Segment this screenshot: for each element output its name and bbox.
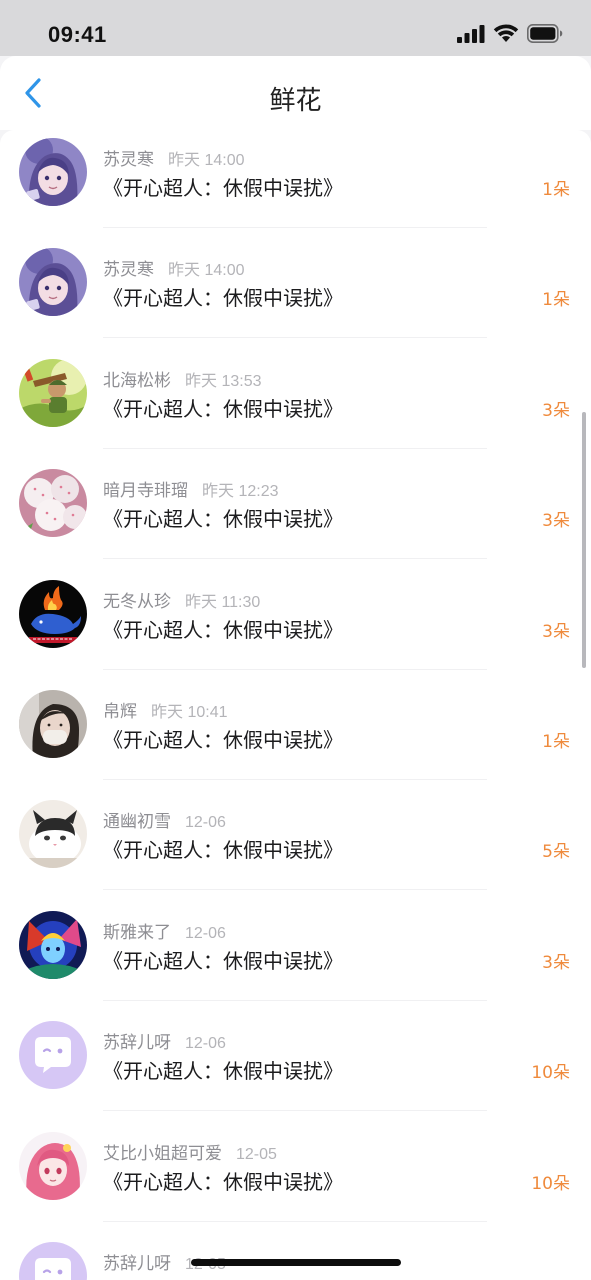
gift-time: 12-06 [185,814,226,832]
sender-name[interactable]: 帛辉 [103,702,137,722]
work-title: 《开心超人：休假中误扰》 [103,728,343,752]
flower-count: 10朵 [531,1173,570,1194]
battery-icon [527,24,563,47]
gift-time: 昨天 14:00 [168,152,245,169]
flower-count: 3朵 [542,621,570,642]
sender-name[interactable]: 北海松彬 [103,371,171,391]
list-item[interactable]: 苏灵寒 昨天 14:00 《开心超人：休假中误扰》 1朵 [0,240,591,350]
work-title: 《开心超人：休假中误扰》 [103,396,343,421]
gift-time: 昨天 12:23 [202,483,279,501]
flower-count: 10朵 [531,1063,570,1084]
avatar[interactable] [19,358,87,427]
home-indicator[interactable] [191,1259,401,1266]
flower-count: 3朵 [542,952,570,973]
list-item[interactable]: 通幽初雪 12-06 《开心超人：休假中误扰》 5朵 [0,792,591,902]
sender-name[interactable]: 无冬从珍 [103,592,171,612]
list-item[interactable]: 北海松彬 昨天 13:53 《开心超人：休假中误扰》 3朵 [0,351,591,461]
sender-name[interactable]: 通幽初雪 [103,812,171,832]
row-divider [103,558,487,560]
sender-line: 苏灵寒 昨天 14:00 [103,145,245,170]
status-time: 09:41 [48,22,107,47]
list-item[interactable]: 苏辞儿呀 12-06 《开心超人：休假中误扰》 10朵 [0,1013,591,1123]
sender-line: 通幽初雪 12-06 [103,807,226,832]
work-title: 《开心超人：休假中误扰》 [103,286,343,311]
sender-line: 无冬从珍 昨天 11:30 [103,587,260,612]
list-item[interactable]: 苏灵寒 昨天 14:00 《开心超人：休假中误扰》 1朵 [0,130,591,240]
sender-name[interactable]: 斯雅来了 [103,923,171,943]
work-title: 《开心超人：休假中误扰》 [103,948,343,973]
avatar[interactable] [19,690,87,758]
gift-time: 12-06 [185,1035,226,1053]
work-title: 《开心超人：休假中误扰》 [103,617,343,642]
list-item[interactable]: 帛辉 昨天 10:41 《开心超人：休假中误扰》 1朵 [0,682,591,792]
sender-name[interactable]: 苏辞儿呀 [103,1254,171,1274]
sender-name[interactable]: 艾比小姐超可爱 [103,1144,222,1164]
row-divider [103,889,487,891]
sender-name[interactable]: 苏辞儿呀 [103,1033,171,1053]
gift-time: 昨天 13:53 [185,372,262,390]
avatar[interactable] [19,138,87,206]
row-divider [103,999,487,1001]
sender-line: 帛辉 昨天 10:41 [103,697,228,722]
nav-bar: 鲜花 [0,56,591,130]
gift-time: 昨天 10:41 [151,704,228,721]
gift-time: 昨天 11:30 [185,593,261,611]
page-title: 鲜花 [269,86,322,116]
sender-line: 苏灵寒 昨天 14:00 [103,255,245,280]
list-item[interactable]: 无冬从珍 昨天 11:30 《开心超人：休假中误扰》 3朵 [0,572,591,682]
sender-name[interactable]: 苏灵寒 [103,260,154,280]
gift-time: 12-05 [236,1145,277,1163]
status-bar: 09:41 [0,0,591,56]
row-divider [103,668,487,670]
gift-time: 12-06 [185,924,226,942]
flower-gift-list[interactable]: 苏灵寒 昨天 14:00 《开心超人：休假中误扰》 1朵 苏灵寒 昨天 14:00 《开心超… [0,130,591,1280]
cellular-signal-icon [457,24,485,47]
row-divider [103,337,487,339]
scrollbar[interactable] [582,412,586,668]
avatar[interactable] [19,1242,87,1280]
sender-line: 北海松彬 昨天 13:53 [103,366,262,391]
flower-count: 3朵 [542,511,570,532]
work-title: 《开心超人：休假中误扰》 [103,1059,343,1084]
work-title: 《开心超人：休假中误扰》 [103,1276,343,1280]
screen: 09:41 鲜花 苏灵寒 昨天 14:00 《开心超人：休假中误扰》 1朵 苏灵… [0,0,591,1280]
avatar[interactable] [19,248,87,317]
sender-line: 斯雅来了 12-06 [103,918,226,943]
row-divider [103,227,487,228]
sender-name[interactable]: 苏灵寒 [103,150,154,170]
sender-line: 苏辞儿呀 12-06 [103,1028,226,1053]
list-item[interactable]: 苏辞儿呀12-05《开心超人：休假中误扰》 [0,1234,591,1280]
avatar[interactable] [19,1131,87,1200]
flower-count: 3朵 [542,400,570,421]
status-icons [457,24,563,47]
avatar[interactable] [19,1021,87,1090]
work-title: 《开心超人：休假中误扰》 [103,507,343,532]
flower-count: 1朵 [542,732,570,752]
work-title: 《开心超人：休假中误扰》 [103,1169,343,1194]
avatar[interactable] [19,579,87,648]
list-item[interactable]: 斯雅来了 12-06 《开心超人：休假中误扰》 3朵 [0,903,591,1013]
list-item[interactable]: 艾比小姐超可爱 12-05 《开心超人：休假中误扰》 10朵 [0,1124,591,1234]
gift-time: 昨天 14:00 [168,262,245,280]
flower-count: 5朵 [542,842,570,863]
avatar[interactable] [19,800,87,869]
avatar[interactable] [19,469,87,538]
work-title: 《开心超人：休假中误扰》 [103,176,343,200]
flower-count: 1朵 [542,290,570,311]
list-item[interactable]: 暗月寺琲瑠 昨天 12:23 《开心超人：休假中误扰》 3朵 [0,461,591,571]
row-divider [103,447,487,449]
flower-count: 1朵 [542,180,570,200]
sender-name[interactable]: 暗月寺琲瑠 [103,481,188,501]
avatar[interactable] [19,910,87,979]
wifi-icon [493,24,519,47]
sender-line: 暗月寺琲瑠 昨天 12:23 [103,476,279,501]
work-title: 《开心超人：休假中误扰》 [103,838,343,863]
row-divider [103,779,487,780]
row-divider [103,1110,487,1112]
sender-line: 艾比小姐超可爱 12-05 [103,1139,277,1164]
row-divider [103,1220,487,1222]
